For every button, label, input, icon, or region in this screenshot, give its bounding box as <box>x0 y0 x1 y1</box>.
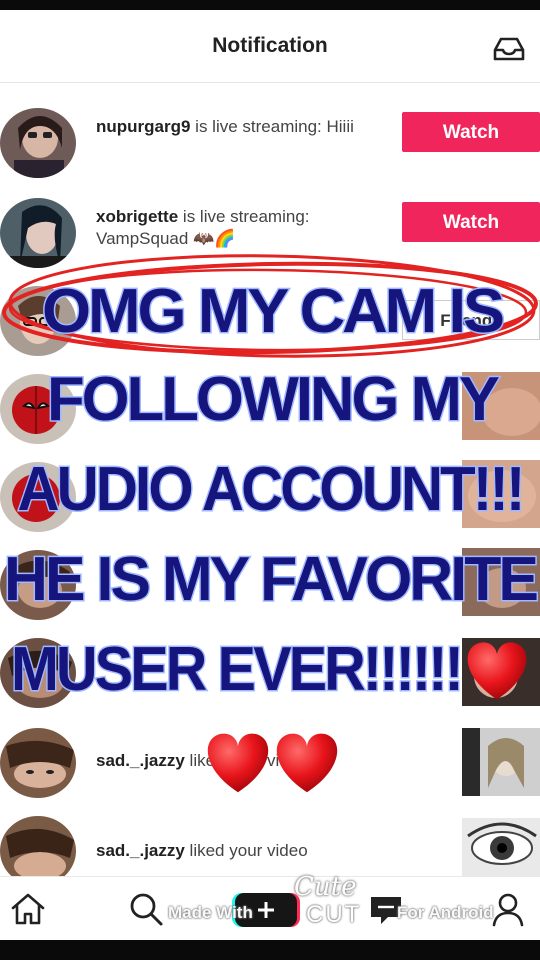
notification-row[interactable] <box>0 368 540 456</box>
watch-button[interactable]: Watch <box>402 202 540 242</box>
notification-message: is live streaming: Hiiii <box>190 117 354 136</box>
screen: Notification nupurgarg9 is live streamin… <box>0 10 540 940</box>
header: Notification <box>0 10 540 83</box>
video-thumbnail[interactable] <box>462 548 540 616</box>
video-thumbnail[interactable] <box>462 460 540 528</box>
avatar[interactable] <box>0 728 76 798</box>
home-icon[interactable] <box>8 889 48 929</box>
notification-row[interactable]: Friends <box>0 280 540 368</box>
friends-button[interactable]: Friends <box>402 300 540 340</box>
username[interactable]: nupurgarg9 <box>96 117 190 136</box>
avatar[interactable] <box>0 374 76 444</box>
search-icon[interactable] <box>126 889 166 929</box>
video-thumbnail[interactable] <box>462 728 540 796</box>
notification-text: sad._.jazzy liked your video <box>96 840 392 862</box>
avatar[interactable] <box>0 108 76 178</box>
notification-message: liked your video <box>184 841 308 860</box>
message-icon[interactable] <box>366 889 406 929</box>
profile-icon[interactable] <box>488 889 528 929</box>
avatar[interactable] <box>0 638 76 708</box>
username[interactable]: xobrigette <box>96 207 178 226</box>
inbox-icon[interactable] <box>492 36 526 62</box>
top-status-strip <box>0 0 540 10</box>
notification-text: nupurgarg9 is live streaming: Hiiii <box>96 116 392 138</box>
video-thumbnail[interactable] <box>462 638 540 706</box>
avatar[interactable] <box>0 462 76 532</box>
username[interactable]: sad._.jazzy <box>96 841 185 860</box>
notification-row[interactable] <box>0 456 540 544</box>
notification-row[interactable]: xobrigette is live streaming: VampSquad … <box>0 192 540 280</box>
page-title: Notification <box>212 34 328 57</box>
notification-row[interactable] <box>0 544 540 632</box>
notification-row[interactable]: nupurgarg9 is live streaming: Hiiii Watc… <box>0 102 540 190</box>
notification-text: xobrigette is live streaming: VampSquad … <box>96 206 392 250</box>
notification-row[interactable]: sad._.jazzy liked your video <box>0 722 540 810</box>
bottom-strip <box>0 940 540 960</box>
plus-icon[interactable] <box>232 891 300 929</box>
avatar[interactable] <box>0 198 76 268</box>
notification-text: sad._.jazzy liked your video <box>96 750 392 772</box>
bottom-tab-bar <box>0 876 540 940</box>
video-thumbnail[interactable] <box>462 372 540 440</box>
video-thumbnail[interactable] <box>462 818 540 876</box>
notification-row[interactable] <box>0 632 540 720</box>
avatar[interactable] <box>0 286 76 356</box>
watch-button[interactable]: Watch <box>402 112 540 152</box>
username[interactable]: sad._.jazzy <box>96 751 185 770</box>
notification-message: liked your video <box>184 751 308 770</box>
avatar[interactable] <box>0 550 76 620</box>
